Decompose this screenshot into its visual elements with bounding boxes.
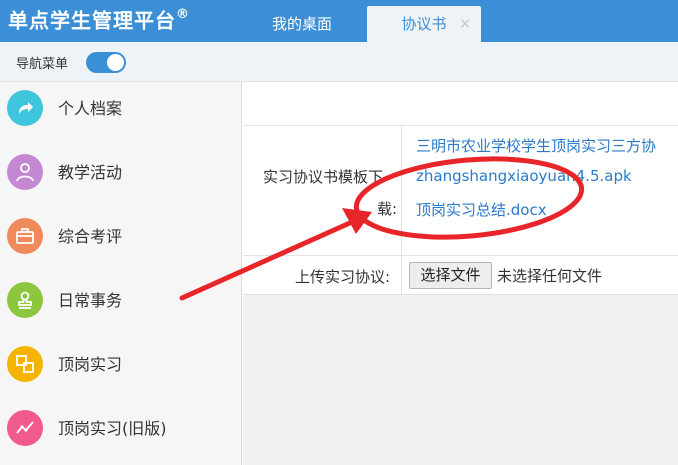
template-download-label: 实习协议书模板下: [263, 168, 384, 186]
tab-agreement[interactable]: 协议书 ×: [367, 6, 481, 42]
template-link-agreement[interactable]: 三明市农业学校学生顶岗实习三方协: [416, 135, 656, 156]
no-file-selected-text: 未选择任何文件: [497, 267, 603, 285]
toggle-knob: [107, 54, 124, 71]
sidebar-item-label: 教学活动: [58, 163, 123, 182]
nav-bar: 导航菜单: [0, 42, 678, 82]
nav-menu-toggle[interactable]: [86, 52, 126, 73]
registered-mark: ®: [176, 7, 190, 22]
agreement-form: 实习协议书模板下 载: 三明市农业学校学生顶岗实习三方协 zhangshangx…: [243, 82, 678, 295]
sidebar-item-label: 顶岗实习(旧版): [58, 419, 167, 438]
content-area: 实习协议书模板下 载: 三明市农业学校学生顶岗实习三方协 zhangshangx…: [243, 82, 678, 465]
share-arrow-icon: [7, 90, 43, 126]
person-icon: [7, 154, 43, 190]
upload-agreement-label: 上传实习协议:: [295, 268, 391, 286]
top-bar: 单点学生管理平台® 我的桌面 协议书 ×: [0, 0, 678, 42]
app-title: 单点学生管理平台®: [8, 7, 190, 33]
row-divider: [243, 125, 678, 126]
sidebar-item-internship[interactable]: 顶岗实习: [0, 338, 241, 402]
template-link-summary[interactable]: 顶岗实习总结.docx: [416, 199, 547, 220]
tab-close-icon[interactable]: ×: [459, 6, 471, 42]
sidebar-item-label: 个人档案: [58, 99, 123, 118]
tab-my-desktop[interactable]: 我的桌面: [244, 6, 360, 42]
transfer-icon: [7, 346, 43, 382]
sidebar-item-personal-file[interactable]: 个人档案: [0, 82, 241, 146]
sidebar-item-evaluation[interactable]: 综合考评: [0, 210, 241, 274]
briefcase-icon: [7, 218, 43, 254]
sidebar-item-internship-old[interactable]: 顶岗实习(旧版): [0, 402, 241, 465]
row-divider: [243, 255, 678, 256]
sidebar-item-label: 顶岗实习: [58, 355, 123, 374]
nav-menu-label: 导航菜单: [16, 57, 69, 72]
sidebar-item-label: 日常事务: [58, 291, 123, 310]
stamp-icon: [7, 282, 43, 318]
template-download-label-cont: 载:: [377, 200, 398, 218]
template-link-apk[interactable]: zhangshangxiaoyuan4.5.apk: [416, 167, 632, 185]
sidebar-item-label: 综合考评: [58, 227, 123, 246]
column-divider: [401, 125, 402, 295]
sidebar-item-daily-affairs[interactable]: 日常事务: [0, 274, 241, 338]
sidebar: 个人档案 教学活动 综合考评 日常事务 顶岗实习 顶岗实习(旧版): [0, 82, 242, 465]
sidebar-item-teaching[interactable]: 教学活动: [0, 146, 241, 210]
trend-line-icon: [7, 410, 43, 446]
choose-file-button[interactable]: 选择文件: [409, 262, 492, 289]
